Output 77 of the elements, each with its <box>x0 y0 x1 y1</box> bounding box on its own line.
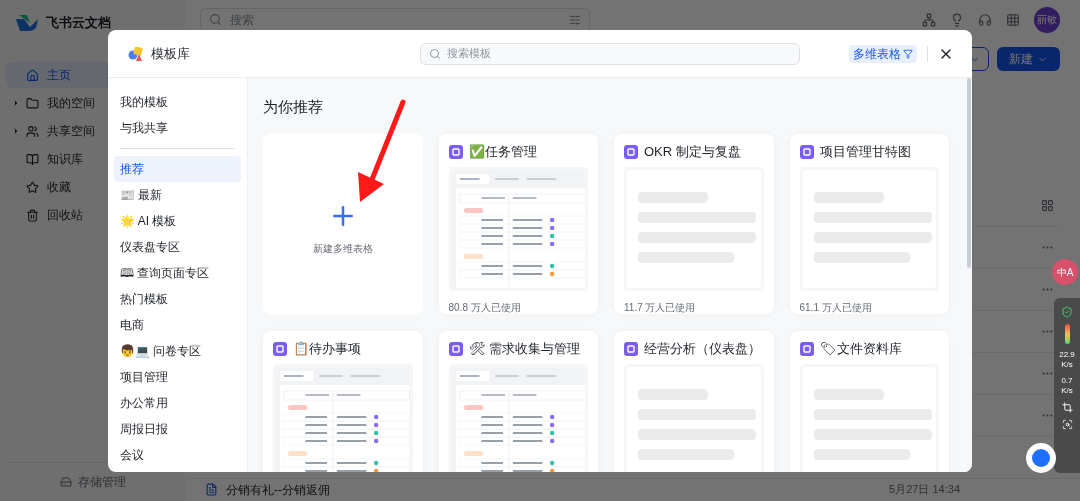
category-item[interactable]: 热门模板 <box>114 286 241 312</box>
doc-icon <box>205 483 218 497</box>
usage-count: 61.1 万人已使用 <box>799 300 873 315</box>
search-icon <box>209 13 222 27</box>
storage-icon <box>59 476 72 488</box>
template-title: 经营分析（仪表盘） <box>644 339 761 358</box>
category-item[interactable]: 会议 <box>114 442 241 468</box>
file-time: 5月27日 14:34 <box>889 482 960 498</box>
dialog-title: 模板库 <box>151 44 190 63</box>
folder-icon <box>26 96 39 110</box>
template-icon <box>624 341 638 356</box>
template-card[interactable]: ✅任务管理 80.8 万人已使用 <box>438 133 598 314</box>
star-icon <box>26 180 39 194</box>
template-title: 🏷文件资料库 <box>819 339 902 358</box>
gradient-meter <box>1064 324 1070 344</box>
category-item[interactable]: 🌟 AI 模板 <box>114 208 241 234</box>
template-icon <box>448 341 463 356</box>
category-item[interactable]: 我的模板 <box>114 89 241 115</box>
template-icon <box>273 341 287 356</box>
category-item[interactable]: 🕮 查询页面专区 <box>114 260 241 286</box>
expand-icon[interactable] <box>12 127 20 135</box>
usage-count: 80.8 万人已使用 <box>448 300 522 315</box>
template-title: 项目管理甘特图 <box>819 142 911 161</box>
scan-icon[interactable] <box>1061 419 1073 430</box>
template-card[interactable]: 📋待办事项 <box>263 330 423 472</box>
expand-icon[interactable] <box>12 99 20 107</box>
template-title: 📋待办事项 <box>293 339 361 358</box>
usage-count: 11.7 万人已使用 <box>624 300 697 315</box>
apps-icon[interactable] <box>1006 12 1020 27</box>
category-item[interactable]: 办公常用 <box>114 390 241 416</box>
home-icon <box>26 68 39 82</box>
category-item[interactable]: 项目管理 <box>114 364 241 390</box>
template-card[interactable]: 🛠 需求收集与管理 <box>438 330 598 472</box>
logo-icon <box>16 15 38 31</box>
filter-tag[interactable]: 多维表格 <box>849 44 917 63</box>
category-item[interactable]: 推荐 <box>114 156 241 182</box>
template-icon <box>799 144 814 159</box>
people-icon <box>26 124 39 138</box>
template-icon <box>448 144 463 159</box>
network-icon[interactable] <box>922 12 936 27</box>
chat-bubble-button[interactable] <box>1026 443 1056 473</box>
template-card[interactable]: 项目管理甘特图 61.1 万人已使用 <box>789 133 949 314</box>
speed-unit: K/s <box>1061 386 1073 396</box>
category-item[interactable]: 周报日报 <box>114 416 241 442</box>
filter-icon[interactable] <box>569 13 581 26</box>
headset-icon[interactable] <box>978 12 992 27</box>
category-item[interactable]: 电商 <box>114 312 241 338</box>
section-title: 为你推荐 <box>263 97 324 117</box>
filter-icon <box>903 48 913 59</box>
template-icon <box>799 341 814 356</box>
shapes-logo-icon <box>128 46 143 61</box>
grid-view-icon[interactable] <box>1041 199 1054 213</box>
book-icon <box>26 152 39 166</box>
file-name[interactable]: 分销有礼--分销返佣 <box>226 480 330 499</box>
category-item[interactable]: 👦💻 问卷专区 <box>114 338 241 364</box>
category-item[interactable]: 与我共享 <box>114 115 241 141</box>
template-title: OKR 制定与复盘 <box>644 142 741 161</box>
category-item[interactable]: 仪表盘专区 <box>114 234 241 260</box>
new-table-card[interactable]: 新建多维表格 <box>263 133 423 314</box>
speed-value: 0.7 <box>1061 376 1073 386</box>
speed-value: 22.9 <box>1059 350 1075 360</box>
category-item[interactable]: 📰 最新 <box>114 182 241 208</box>
scrollbar[interactable] <box>967 78 971 268</box>
template-title: 🛠 需求收集与管理 <box>468 339 581 358</box>
template-card[interactable]: OKR 制定与复盘 11.7 万人已使用 <box>614 133 774 314</box>
shield-icon[interactable] <box>1061 306 1073 318</box>
lightbulb-icon[interactable] <box>950 12 964 27</box>
speed-unit: K/s <box>1061 360 1073 370</box>
translate-badge[interactable]: 中A <box>1052 259 1078 285</box>
template-card[interactable]: 经营分析（仪表盘） <box>614 330 774 472</box>
crop-icon[interactable] <box>1061 402 1073 413</box>
template-icon <box>624 144 638 159</box>
trash-icon <box>26 208 39 222</box>
template-card[interactable]: 🏷文件资料库 <box>789 330 949 472</box>
template-title: ✅任务管理 <box>468 142 537 161</box>
app-name: 飞书云文档 <box>46 14 111 33</box>
search-icon <box>429 47 441 60</box>
